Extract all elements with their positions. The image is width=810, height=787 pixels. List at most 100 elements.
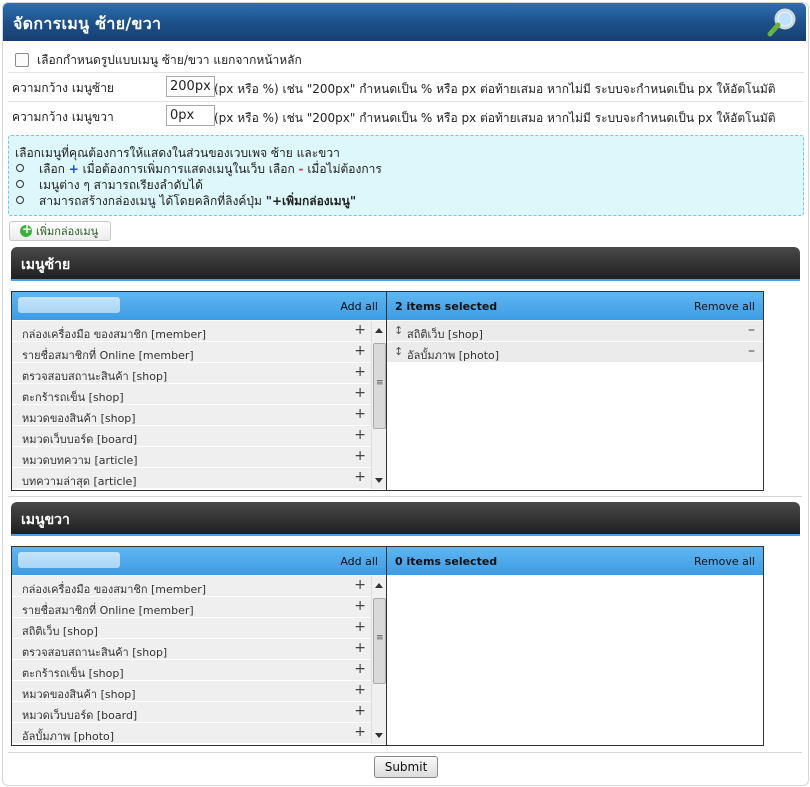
available-menu-item[interactable]: หมวดบทความ [article] + (12, 447, 371, 468)
right-width-row: ความกว้าง เมนูขวา 0px (px หรือ %) เช่น "… (8, 101, 804, 130)
right-width-input[interactable]: 0px (166, 105, 215, 126)
left-available-header: Add all (12, 292, 386, 320)
info-item-create: สามารถสร้างกล่องเมนู ได้โดยคลิกที่ลิงค์ป… (9, 192, 382, 208)
add-item-icon[interactable]: + (354, 364, 366, 380)
left-width-input[interactable]: 200px (166, 76, 215, 97)
available-menu-item[interactable]: หมวดเว็บบอร์ด [board] + (12, 426, 371, 447)
left-search-input[interactable] (18, 297, 120, 313)
add-item-icon[interactable]: + (354, 427, 366, 443)
menu-item-label: ตรวจสอบสถานะสินค้า [shop] (22, 370, 168, 383)
selected-menu-item[interactable]: ↕ สถิติเว็บ [shop] – (387, 321, 763, 342)
available-menu-item[interactable]: หมวดของสินค้า [shop] + (12, 681, 371, 702)
magnifier-icon (767, 8, 796, 37)
menu-item-label: สถิติเว็บ [shop] (22, 625, 98, 638)
add-item-icon[interactable]: + (354, 640, 366, 656)
add-item-icon[interactable]: + (354, 343, 366, 359)
add-item-icon[interactable]: + (354, 598, 366, 614)
left-menu-header: เมนูซ้าย (11, 247, 800, 281)
add-menu-box-button[interactable]: เพิ่มกล่องเมนู (9, 221, 111, 241)
right-search-input[interactable] (18, 552, 120, 568)
right-available-pane: Add all กล่องเครื่องมือ ของสมาชิก [membe… (12, 547, 387, 745)
menu-item-label: สถิติเว็บ [shop] (407, 328, 483, 341)
right-selected-pane: 0 items selected Remove all (387, 547, 763, 745)
add-menu-box-label: เพิ่มกล่องเมนู (36, 225, 99, 238)
menu-item-label: ตรวจสอบสถานะสินค้า [shop] (22, 646, 168, 659)
menu-item-label: ตะกร้ารถเข็น [shop] (22, 667, 124, 680)
add-item-icon[interactable]: + (354, 724, 366, 740)
available-menu-item[interactable]: ตรวจสอบสถานะสินค้า [shop] + (12, 363, 371, 384)
plus-circle-icon (20, 222, 32, 237)
available-menu-item[interactable]: บทความล่าสุด [article] + (12, 468, 371, 489)
left-width-hint: (px หรือ %) เช่น "200px" กำหนดเป็น % หรื… (214, 82, 776, 96)
left-add-all-link[interactable]: Add all (340, 300, 378, 313)
right-available-scrollbar[interactable] (371, 576, 386, 744)
add-item-icon[interactable]: + (354, 577, 366, 593)
menu-item-label: หมวดเว็บบอร์ด [board] (22, 709, 138, 722)
right-width-hint: (px หรือ %) เช่น "200px" กำหนดเป็น % หรื… (214, 111, 776, 125)
available-menu-item[interactable]: กล่องเครื่องมือ ของสมาชิก [member] + (12, 576, 371, 597)
left-available-scrollbar[interactable] (371, 321, 386, 489)
available-menu-item[interactable]: กล่องเครื่องมือ ของสมาชิก [member] + (12, 321, 371, 342)
drag-handle-icon[interactable]: ↕ (394, 324, 403, 337)
menu-item-label: อัลบั้มภาพ [photo] (407, 349, 500, 362)
footer-divider (8, 752, 802, 753)
left-remove-all-link[interactable]: Remove all (694, 300, 755, 313)
menu-item-label: หมวดเว็บบอร์ด [board] (22, 433, 138, 446)
left-available-pane: Add all กล่องเครื่องมือ ของสมาชิก [membe… (12, 292, 387, 490)
add-item-icon[interactable]: + (354, 448, 366, 464)
menu-item-label: รายชื่อสมาชิกที่ Online [member] (22, 604, 194, 617)
menu-item-label: หมวดบทความ [article] (22, 454, 138, 467)
available-menu-item[interactable]: หมวดเว็บบอร์ด [board] + (12, 702, 371, 723)
right-menu-multiselect: Add all กล่องเครื่องมือ ของสมาชิก [membe… (11, 546, 764, 746)
separate-menu-label: เลือกกำหนดรูปแบบเมนู ซ้าย/ขวา แยกจากหน้า… (37, 52, 302, 67)
add-item-icon[interactable]: + (354, 385, 366, 401)
add-item-icon[interactable]: + (354, 619, 366, 635)
available-menu-item[interactable]: หมวดของสินค้า [shop] + (12, 405, 371, 426)
submit-button[interactable]: Submit (374, 756, 438, 778)
add-item-icon[interactable]: + (354, 322, 366, 338)
add-item-icon[interactable]: + (354, 661, 366, 677)
available-menu-item[interactable]: รายชื่อสมาชิกที่ Online [member] + (12, 597, 371, 618)
right-width-label: ความกว้าง เมนูขวา (12, 110, 114, 124)
info-item-sort: เมนูต่าง ๆ สามารถเรียงลำดับได้ (9, 176, 382, 192)
right-available-header: Add all (12, 547, 386, 575)
info-item-select: เลือก + เมื่อต้องการเพิ่มการแสดงเมนูในเว… (9, 160, 382, 176)
add-item-icon[interactable]: + (354, 406, 366, 422)
available-menu-item[interactable]: สถิติเว็บ [shop] + (12, 618, 371, 639)
right-menu-title: เมนูขวา (21, 512, 70, 528)
left-selected-count: 2 items selected (395, 300, 498, 313)
info-list: เลือก + เมื่อต้องการเพิ่มการแสดงเมนูในเว… (9, 160, 382, 208)
info-box: เลือกเมนูที่คุณต้องการให้แสดงในส่วนของเว… (8, 135, 804, 216)
available-menu-item[interactable]: ตะกร้ารถเข็น [shop] + (12, 384, 371, 405)
section-divider (8, 496, 802, 497)
menu-item-label: อัลบั้มภาพ [photo] (22, 730, 115, 743)
available-menu-item[interactable]: อัลบั้มภาพ [photo] + (12, 723, 371, 744)
menu-item-label: บทความล่าสุด [article] (22, 475, 137, 488)
right-selected-header: 0 items selected Remove all (387, 547, 763, 575)
left-width-label: ความกว้าง เมนูซ้าย (12, 81, 114, 95)
left-selected-header: 2 items selected Remove all (387, 292, 763, 320)
available-menu-item[interactable]: รายชื่อสมาชิกที่ Online [member] + (12, 342, 371, 363)
menu-item-label: รายชื่อสมาชิกที่ Online [member] (22, 349, 194, 362)
left-menu-multiselect: Add all กล่องเครื่องมือ ของสมาชิก [membe… (11, 291, 764, 491)
selected-menu-item[interactable]: ↕ อัลบั้มภาพ [photo] – (387, 342, 763, 363)
menu-item-label: หมวดของสินค้า [shop] (22, 688, 136, 701)
add-item-icon[interactable]: + (354, 703, 366, 719)
page-title: จัดการเมนู ซ้าย/ขวา (13, 14, 162, 33)
left-available-list: กล่องเครื่องมือ ของสมาชิก [member] + รายชื… (12, 321, 371, 489)
title-bar: จัดการเมนู ซ้าย/ขวา (3, 3, 806, 41)
drag-handle-icon[interactable]: ↕ (394, 345, 403, 358)
right-menu-header: เมนูขวา (11, 502, 800, 536)
add-item-icon[interactable]: + (354, 682, 366, 698)
add-item-icon[interactable]: + (354, 469, 366, 485)
right-add-all-link[interactable]: Add all (340, 555, 378, 568)
remove-item-icon[interactable]: – (748, 343, 755, 359)
separate-menu-checkbox[interactable] (15, 53, 29, 67)
right-remove-all-link[interactable]: Remove all (694, 555, 755, 568)
available-menu-item[interactable]: ตะกร้ารถเข็น [shop] + (12, 660, 371, 681)
right-available-list: กล่องเครื่องมือ ของสมาชิก [member] + รายชื… (12, 576, 371, 744)
remove-item-icon[interactable]: – (748, 322, 755, 338)
available-menu-item[interactable]: ตรวจสอบสถานะสินค้า [shop] + (12, 639, 371, 660)
menu-item-label: กล่องเครื่องมือ ของสมาชิก [member] (22, 328, 207, 341)
separate-menu-option[interactable]: เลือกกำหนดรูปแบบเมนู ซ้าย/ขวา แยกจากหน้า… (15, 51, 302, 69)
